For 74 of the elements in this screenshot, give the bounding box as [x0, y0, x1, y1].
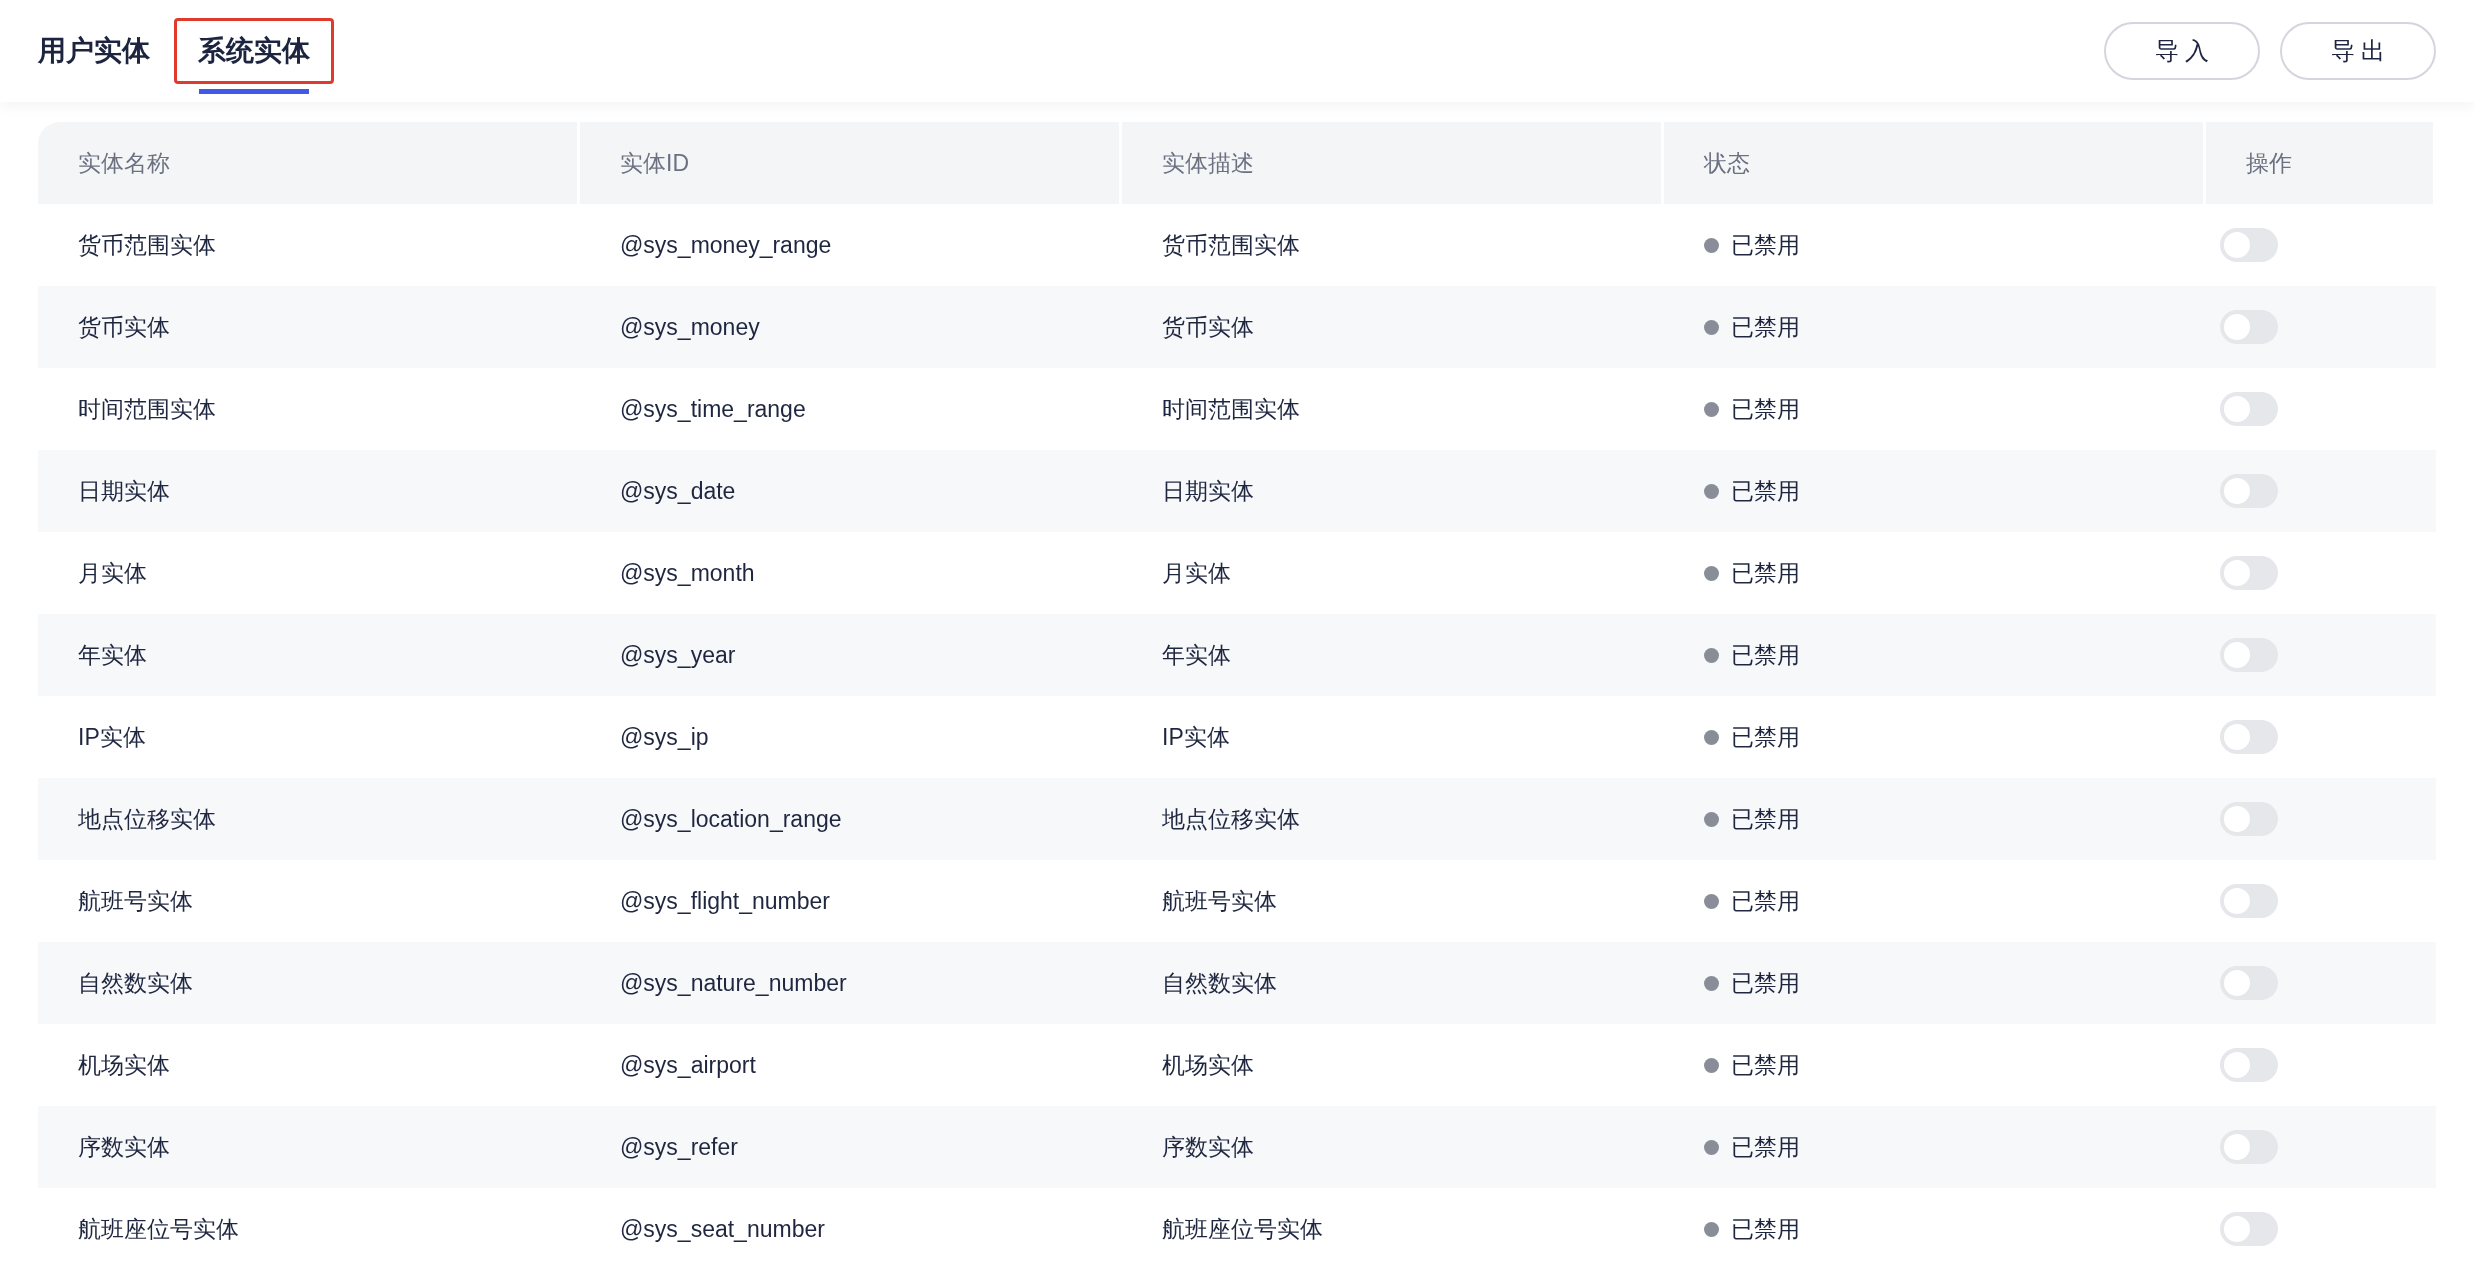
table-cell-text: 航班号实体 — [1162, 886, 1277, 916]
tab[interactable]: 用户实体 — [14, 18, 174, 84]
toggle-switch[interactable] — [2220, 474, 2278, 508]
table-cell: @sys_year — [620, 641, 736, 669]
toggle-switch[interactable] — [2220, 802, 2278, 836]
table-cell: @sys_location_range — [620, 805, 842, 833]
table-cell-text: 时间范围实体 — [1162, 394, 1300, 424]
column-header: 实体名称 — [38, 122, 580, 204]
toggle-switch[interactable] — [2220, 556, 2278, 590]
table-cell-text: 年实体 — [78, 640, 147, 670]
toggle-switch[interactable] — [2220, 720, 2278, 754]
table-cell-text: 地点位移实体 — [78, 804, 216, 834]
table-cell-text: 日期实体 — [78, 476, 170, 506]
status-text: 已禁用 — [1731, 886, 1800, 916]
toggle-switch[interactable] — [2220, 966, 2278, 1000]
table-cell: @sys_ip — [620, 723, 709, 751]
status-text: 已禁用 — [1731, 394, 1800, 424]
toggle-switch[interactable] — [2220, 1048, 2278, 1082]
toggle-switch[interactable] — [2220, 1212, 2278, 1246]
table-cell-text: 年实体 — [1162, 640, 1231, 670]
table-cell: @sys_refer — [620, 1133, 738, 1161]
status-text: 已禁用 — [1731, 558, 1800, 588]
status-text: 已禁用 — [1731, 1132, 1800, 1162]
table-cell: @sys_flight_number — [620, 887, 830, 915]
status-text: 已禁用 — [1731, 230, 1800, 260]
table-cell-text: IP实体 — [1162, 722, 1230, 752]
table-cell-text: 地点位移实体 — [1162, 804, 1300, 834]
table-cell-text: 月实体 — [1162, 558, 1231, 588]
status-text: 已禁用 — [1731, 1050, 1800, 1080]
table-cell-text: 序数实体 — [1162, 1132, 1254, 1162]
table-cell-text: 机场实体 — [78, 1050, 170, 1080]
toggle-switch[interactable] — [2220, 392, 2278, 426]
table-cell: @sys_date — [620, 477, 736, 505]
toggle-switch[interactable] — [2220, 310, 2278, 344]
export-button[interactable]: 导 出 — [2280, 22, 2436, 80]
table-cell-text: 自然数实体 — [1162, 968, 1277, 998]
import-button[interactable]: 导 入 — [2104, 22, 2260, 80]
column-header: 操作 — [2206, 122, 2436, 204]
status-text: 已禁用 — [1731, 476, 1800, 506]
table-cell-text: 航班座位号实体 — [1162, 1214, 1323, 1244]
table-cell-text: 货币实体 — [1162, 312, 1254, 342]
tab[interactable]: 系统实体 — [174, 18, 334, 84]
status-text: 已禁用 — [1731, 640, 1800, 670]
table-cell-text: IP实体 — [78, 722, 146, 752]
table-cell: @sys_nature_number — [620, 969, 847, 997]
table-cell: @sys_airport — [620, 1051, 756, 1079]
table-cell-text: 货币范围实体 — [78, 230, 216, 260]
table-cell-text: 航班座位号实体 — [78, 1214, 239, 1244]
table-cell-text: 货币实体 — [78, 312, 170, 342]
toggle-switch[interactable] — [2220, 228, 2278, 262]
status-text: 已禁用 — [1731, 312, 1800, 342]
column-header: 实体描述 — [1122, 122, 1664, 204]
table-cell-text: 日期实体 — [1162, 476, 1254, 506]
status-text: 已禁用 — [1731, 1214, 1800, 1244]
status-text: 已禁用 — [1731, 722, 1800, 752]
table-cell-text: 时间范围实体 — [78, 394, 216, 424]
toggle-switch[interactable] — [2220, 884, 2278, 918]
toggle-switch[interactable] — [2220, 1130, 2278, 1164]
table-cell-text: 月实体 — [78, 558, 147, 588]
table-cell-text: 自然数实体 — [78, 968, 193, 998]
table-cell-text: 航班号实体 — [78, 886, 193, 916]
table-cell-text: 货币范围实体 — [1162, 230, 1300, 260]
table-cell-text: 序数实体 — [78, 1132, 170, 1162]
table-cell: @sys_time_range — [620, 395, 806, 423]
table-cell: @sys_money_range — [620, 231, 832, 259]
status-text: 已禁用 — [1731, 804, 1800, 834]
table-cell: @sys_seat_number — [620, 1215, 825, 1243]
status-text: 已禁用 — [1731, 968, 1800, 998]
column-header: 状态 — [1664, 122, 2206, 204]
table-cell: @sys_month — [620, 559, 755, 587]
toggle-switch[interactable] — [2220, 638, 2278, 672]
table-cell-text: 机场实体 — [1162, 1050, 1254, 1080]
table-cell: @sys_money — [620, 313, 760, 341]
column-header: 实体ID — [580, 122, 1122, 204]
